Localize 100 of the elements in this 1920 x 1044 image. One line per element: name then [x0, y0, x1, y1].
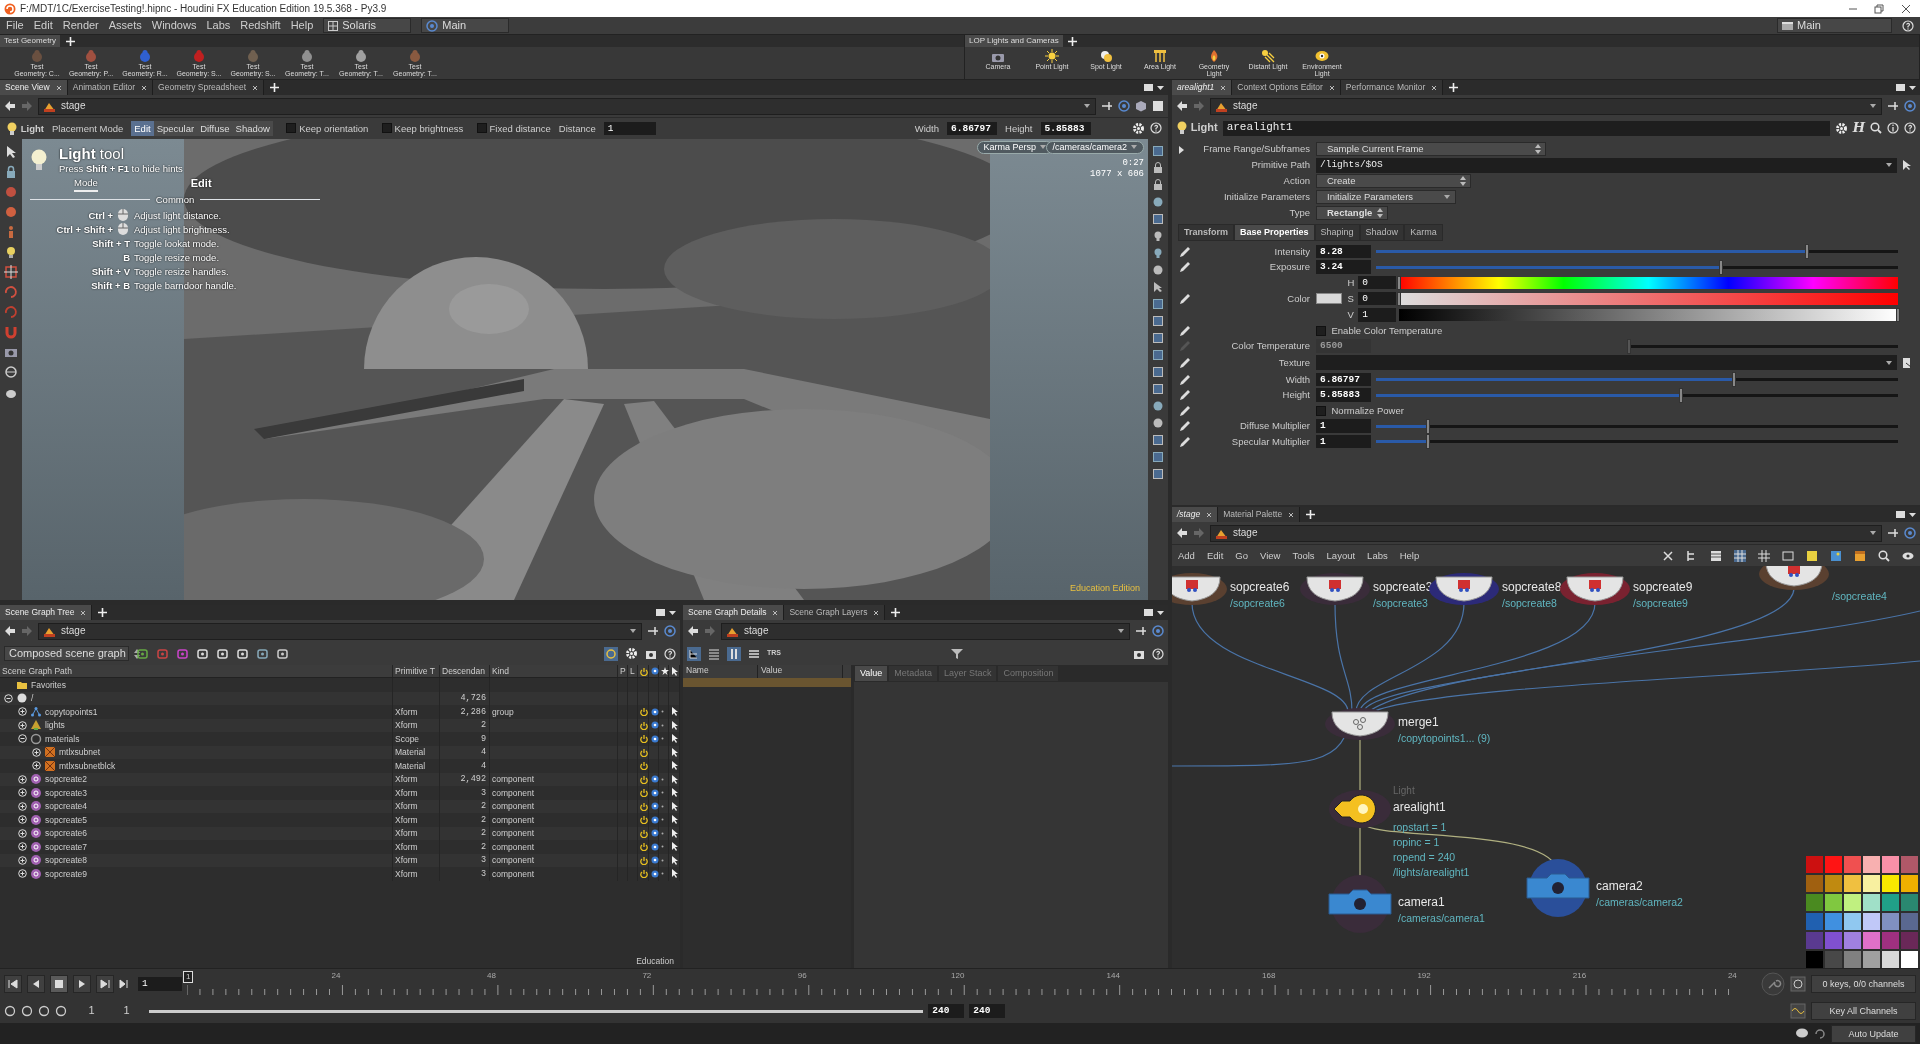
node-name-field[interactable]: arealight1: [1222, 120, 1830, 136]
pane-tab[interactable]: arealight1: [1172, 80, 1233, 95]
pane-tab[interactable]: Performance Monitor: [1340, 80, 1444, 95]
value-field[interactable]: 6.86797: [1316, 372, 1371, 387]
update-mode-button[interactable]: Auto Update: [1831, 1025, 1916, 1043]
menu-item[interactable]: Add: [1178, 549, 1195, 562]
channel-field[interactable]: 0: [1358, 275, 1397, 290]
value-field[interactable]: 1: [1316, 434, 1371, 449]
tree-item[interactable]: sopcreate8: [45, 855, 88, 866]
menu-item[interactable]: Tools: [1292, 549, 1315, 562]
menu-item[interactable]: Help: [290, 18, 314, 33]
node-name[interactable]: camera2: [1596, 879, 1643, 894]
node-name[interactable]: merge1: [1398, 715, 1439, 730]
shelf-tab[interactable]: LOP Lights and Cameras: [965, 35, 1063, 47]
hint-tab[interactable]: Mode: [74, 177, 98, 192]
view-dropdown[interactable]: Main: [421, 18, 510, 33]
menu-item[interactable]: Go: [1235, 549, 1248, 562]
value-field[interactable]: 3.24: [1316, 260, 1371, 274]
pane-tab[interactable]: Animation Editor: [67, 80, 154, 95]
tree-item[interactable]: lights: [45, 720, 65, 731]
pane-tab[interactable]: Geometry Spreadsheet: [153, 80, 264, 95]
column-header[interactable]: Scene Graph Path: [0, 665, 393, 677]
menu-item[interactable]: Redshift: [240, 18, 281, 33]
node-name[interactable]: camera1: [1398, 895, 1445, 910]
pane-tab[interactable]: Scene View: [0, 80, 68, 95]
tree-item[interactable]: copytopoints1: [45, 706, 98, 717]
value-field[interactable]: 1: [1316, 419, 1371, 433]
pane-tab[interactable]: Scene Graph Tree: [0, 605, 93, 620]
start-frame-field[interactable]: 1: [88, 1004, 119, 1018]
value-field[interactable]: 5.85883: [1316, 388, 1371, 402]
node-name[interactable]: sopcreate9: [1633, 580, 1693, 595]
tree-item[interactable]: sopcreate5: [45, 814, 88, 825]
mode-button[interactable]: Shadow: [232, 120, 273, 137]
node-name[interactable]: sopcreate8: [1502, 580, 1562, 595]
channel-field[interactable]: 1: [1358, 308, 1397, 322]
pane-tab[interactable]: /stage: [1172, 507, 1219, 522]
keys-button[interactable]: 0 keys, 0/0 channels: [1811, 975, 1916, 993]
mode-button[interactable]: Specular: [153, 120, 198, 137]
parameter-tab[interactable]: Shadow: [1359, 224, 1405, 241]
menu-field[interactable]: Create: [1316, 174, 1471, 188]
path-field[interactable]: stage: [38, 97, 1096, 115]
menu-item[interactable]: Edit: [1206, 549, 1224, 562]
pane-tab[interactable]: Context Options Editor: [1232, 80, 1341, 95]
menu-item[interactable]: Labs: [1367, 549, 1388, 562]
tree-item[interactable]: mtlxsubnetblck: [59, 760, 116, 771]
tree-item[interactable]: Favorites: [31, 679, 66, 690]
tree-item[interactable]: sopcreate6: [45, 828, 88, 839]
column-header[interactable]: P: [618, 665, 628, 677]
menu-field[interactable]: Initialize Parameters: [1316, 190, 1456, 204]
column-header[interactable]: Descendan: [440, 665, 490, 677]
camera-dropdown[interactable]: /cameras/camera2: [1046, 141, 1144, 154]
path-field[interactable]: stage: [1210, 524, 1882, 542]
channel-field[interactable]: 0: [1358, 292, 1397, 306]
node-name[interactable]: sopcreate6: [1230, 580, 1290, 595]
menu-item[interactable]: Render: [62, 18, 99, 33]
menu-field[interactable]: Rectangle: [1316, 206, 1388, 220]
menu-item[interactable]: Labs: [206, 18, 231, 33]
column-header[interactable]: L: [628, 665, 638, 677]
desktop-dropdown[interactable]: Solaris: [323, 18, 412, 33]
parameter-tab[interactable]: Karma: [1404, 224, 1443, 241]
range-end-field[interactable]: 240: [928, 1004, 965, 1018]
tree-item[interactable]: mtlxsubnet: [59, 747, 101, 758]
menu-item[interactable]: View: [1259, 549, 1281, 562]
mode-button[interactable]: Edit: [131, 120, 154, 137]
height-field[interactable]: 5.85883: [1040, 121, 1091, 136]
tree-item[interactable]: sopcreate3: [45, 787, 88, 798]
menu-item[interactable]: Help: [1399, 549, 1420, 562]
column-header[interactable]: Kind: [490, 665, 618, 677]
path-field[interactable]: /lights/$OS: [1316, 157, 1897, 173]
parameter-tab[interactable]: Base Properties: [1234, 224, 1315, 241]
path-field[interactable]: stage: [1210, 97, 1882, 115]
node-name[interactable]: sopcreate3: [1373, 580, 1433, 595]
column-header[interactable]: Primitive T: [393, 665, 440, 677]
menu-item[interactable]: Windows: [151, 18, 197, 33]
tree-item[interactable]: materials: [45, 733, 80, 744]
pane-tab[interactable]: Scene Graph Details: [683, 605, 785, 620]
info-tab[interactable]: Value: [854, 665, 889, 682]
end-frame-field[interactable]: 240: [969, 1004, 1006, 1018]
parameter-tab[interactable]: Shaping: [1314, 224, 1360, 241]
value-field[interactable]: 8.28: [1316, 244, 1371, 259]
parameter-tab[interactable]: Transform: [1178, 224, 1234, 241]
hint-tab[interactable]: Edit: [190, 177, 212, 192]
menu-field[interactable]: Sample Current Frame: [1316, 142, 1546, 156]
pane-tab[interactable]: Material Palette: [1218, 507, 1301, 522]
frame-field[interactable]: 1: [138, 977, 182, 991]
menu-item[interactable]: Layout: [1326, 549, 1356, 562]
menu-item[interactable]: Assets: [108, 18, 142, 33]
shelf-tab[interactable]: Test Geometry: [0, 35, 60, 47]
tree-item[interactable]: sopcreate2: [45, 774, 88, 785]
menu-item[interactable]: File: [6, 18, 24, 33]
tree-item[interactable]: sopcreate9: [45, 868, 88, 879]
pane-tab[interactable]: Scene Graph Layers: [784, 605, 886, 620]
path-field[interactable]: stage: [721, 622, 1130, 640]
width-field[interactable]: 6.86797: [947, 121, 998, 136]
menu-item[interactable]: Edit: [33, 18, 53, 33]
key-all-button[interactable]: Key All Channels: [1811, 1002, 1916, 1020]
tree-item[interactable]: sopcreate7: [45, 841, 88, 852]
tree-item[interactable]: /: [31, 693, 34, 704]
path-field[interactable]: stage: [38, 622, 642, 640]
asset-button[interactable]: H: [1852, 120, 1865, 136]
